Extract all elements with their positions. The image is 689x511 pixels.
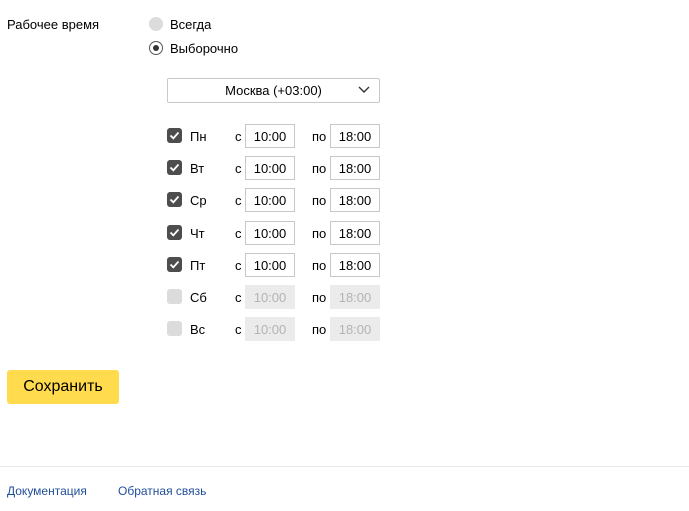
day-label-wed: Ср	[190, 193, 207, 208]
timezone-value: Москва (+03:00)	[225, 83, 322, 98]
checkmark-icon	[169, 260, 180, 269]
from-label: с	[235, 226, 242, 241]
to-label: по	[312, 161, 327, 176]
from-label: с	[235, 161, 242, 176]
day-row-sat: Сб с по	[0, 285, 689, 310]
checkmark-icon	[169, 228, 180, 237]
day-checkbox-mon[interactable]	[167, 128, 182, 143]
from-label: с	[235, 258, 242, 273]
day-label-fri: Пт	[190, 258, 206, 273]
day-row-fri: Пт с по	[0, 253, 689, 278]
from-label: с	[235, 322, 242, 337]
to-label: по	[312, 322, 327, 337]
time-to-input-mon[interactable]	[330, 124, 380, 148]
day-label-mon: Пн	[190, 129, 207, 144]
time-to-input-sat[interactable]	[330, 285, 380, 309]
time-from-input-fri[interactable]	[245, 253, 295, 277]
radio-always[interactable]: Всегда	[149, 16, 211, 32]
time-from-input-mon[interactable]	[245, 124, 295, 148]
time-to-input-fri[interactable]	[330, 253, 380, 277]
radio-always-label[interactable]: Всегда	[170, 17, 211, 32]
timezone-select[interactable]: Москва (+03:00)	[167, 78, 380, 103]
documentation-link[interactable]: Документация	[7, 484, 87, 498]
time-to-input-sun[interactable]	[330, 317, 380, 341]
from-label: с	[235, 193, 242, 208]
to-label: по	[312, 129, 327, 144]
working-hours-label: Рабочее время	[7, 17, 100, 32]
to-label: по	[312, 290, 327, 305]
day-label-thu: Чт	[190, 226, 205, 241]
day-checkbox-sun[interactable]	[167, 321, 182, 336]
to-label: по	[312, 258, 327, 273]
from-label: с	[235, 290, 242, 305]
day-checkbox-wed[interactable]	[167, 192, 182, 207]
time-from-input-sun[interactable]	[245, 317, 295, 341]
checkmark-icon	[169, 163, 180, 172]
time-from-input-wed[interactable]	[245, 188, 295, 212]
time-from-input-thu[interactable]	[245, 221, 295, 245]
footer-divider	[0, 466, 689, 467]
radio-selective[interactable]: Выборочно	[149, 40, 238, 56]
time-to-input-thu[interactable]	[330, 221, 380, 245]
day-row-wed: Ср с по	[0, 188, 689, 213]
radio-selective-label[interactable]: Выборочно	[170, 41, 238, 56]
day-row-sun: Вс с по	[0, 317, 689, 342]
chevron-down-icon	[358, 86, 370, 93]
day-checkbox-tue[interactable]	[167, 160, 182, 175]
day-checkbox-fri[interactable]	[167, 257, 182, 272]
day-row-thu: Чт с по	[0, 221, 689, 246]
radio-always-indicator[interactable]	[149, 17, 163, 31]
day-label-sun: Вс	[190, 322, 206, 337]
radio-selective-indicator[interactable]	[149, 41, 163, 55]
to-label: по	[312, 226, 327, 241]
to-label: по	[312, 193, 327, 208]
time-from-input-sat[interactable]	[245, 285, 295, 309]
time-from-input-tue[interactable]	[245, 156, 295, 180]
day-checkbox-thu[interactable]	[167, 225, 182, 240]
save-button[interactable]: Сохранить	[7, 370, 119, 404]
from-label: с	[235, 129, 242, 144]
checkmark-icon	[169, 131, 180, 140]
working-hours-page: Рабочее время Всегда Выборочно Москва (+…	[0, 0, 689, 511]
day-label-sat: Сб	[190, 290, 207, 305]
day-checkbox-sat[interactable]	[167, 289, 182, 304]
day-label-tue: Вт	[190, 161, 205, 176]
checkmark-icon	[169, 195, 180, 204]
time-to-input-tue[interactable]	[330, 156, 380, 180]
day-row-mon: Пн с по	[0, 124, 689, 149]
feedback-link[interactable]: Обратная связь	[118, 484, 206, 498]
day-row-tue: Вт с по	[0, 156, 689, 181]
time-to-input-wed[interactable]	[330, 188, 380, 212]
